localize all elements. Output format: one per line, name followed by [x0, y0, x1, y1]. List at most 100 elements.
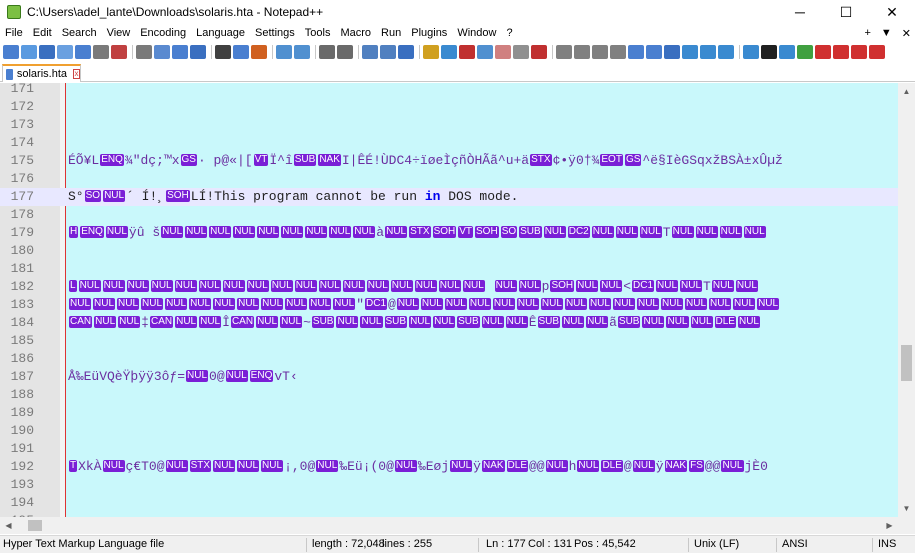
toolbar-icon-11[interactable]: [190, 45, 206, 59]
menu-edit[interactable]: Edit: [28, 27, 57, 39]
editor-line[interactable]: 174: [0, 134, 898, 152]
toolbar-icon-46[interactable]: [869, 45, 885, 59]
toolbar-icon-25[interactable]: [477, 45, 493, 59]
toolbar-icon-39[interactable]: [743, 45, 759, 59]
toolbar-icon-4[interactable]: [57, 45, 73, 59]
menu-file[interactable]: File: [0, 27, 28, 39]
editor-line[interactable]: 183NULNULNULNULNULNULNULNULNULNULNULNUL"…: [0, 296, 898, 314]
toolbar-icon-9[interactable]: [154, 45, 170, 59]
close-button[interactable]: ✕: [869, 0, 915, 24]
toolbar-icon-32[interactable]: [610, 45, 626, 59]
toolbar-icon-29[interactable]: [556, 45, 572, 59]
editor-line[interactable]: 176: [0, 170, 898, 188]
menu-help[interactable]: ?: [501, 27, 517, 39]
editor-line[interactable]: 172: [0, 98, 898, 116]
editor-line[interactable]: 193: [0, 476, 898, 494]
toolbar-icon-34[interactable]: [646, 45, 662, 59]
toolbar-icon-2[interactable]: [21, 45, 37, 59]
toolbar-icon-3[interactable]: [39, 45, 55, 59]
scroll-up-icon[interactable]: ▲: [898, 83, 915, 100]
toolbar-icon-13[interactable]: [233, 45, 249, 59]
toolbar-icon-42[interactable]: [797, 45, 813, 59]
editor-line[interactable]: 180: [0, 242, 898, 260]
editor-line[interactable]: 192TXkÀNULç€T0@NULSTXNULNULNUL¡,0@NUL‰Eü…: [0, 458, 898, 476]
horizontal-scroll-thumb[interactable]: [28, 520, 42, 531]
editor-line[interactable]: 194: [0, 494, 898, 512]
editor-line[interactable]: 182LNULNULNULNULNULNULNULNULNULNULNULNUL…: [0, 278, 898, 296]
editor-line[interactable]: 173: [0, 116, 898, 134]
editor-line[interactable]: 184CANNULNUL‡CANNULNULÎCANNULNUL~SUBNULN…: [0, 314, 898, 332]
tab-list-button[interactable]: ▼: [881, 27, 892, 39]
menu-plugins[interactable]: Plugins: [406, 27, 452, 39]
toolbar-icon-10[interactable]: [172, 45, 188, 59]
toolbar-icon-7[interactable]: [111, 45, 127, 59]
editor-line[interactable]: 189: [0, 404, 898, 422]
editor-line[interactable]: 190: [0, 422, 898, 440]
toolbar-icon-30[interactable]: [574, 45, 590, 59]
toolbar-icon-21[interactable]: [398, 45, 414, 59]
menu-tools[interactable]: Tools: [300, 27, 336, 39]
toolbar-icon-40[interactable]: [761, 45, 777, 59]
menu-encoding[interactable]: Encoding: [135, 27, 191, 39]
menu-view[interactable]: View: [102, 27, 136, 39]
editor-line[interactable]: 187Å‰EüVQèŸþÿÿ3ôƒ=NUL0@NULENQvT‹: [0, 368, 898, 386]
toolbar-icon-26[interactable]: [495, 45, 511, 59]
editor-line[interactable]: 175ÉÕ¥LENQ¾"dç;™xGS· p@«|[VTÏ^îSUBNAKI|Ê…: [0, 152, 898, 170]
toolbar-icon-8[interactable]: [136, 45, 152, 59]
toolbar-icon-44[interactable]: [833, 45, 849, 59]
toolbar-icon-37[interactable]: [700, 45, 716, 59]
vertical-scrollbar[interactable]: ▲ ▼: [898, 83, 915, 517]
close-doc-button[interactable]: ✕: [902, 27, 911, 40]
toolbar-icon-17[interactable]: [319, 45, 335, 59]
toolbar-icon-15[interactable]: [276, 45, 292, 59]
editor-line[interactable]: 185: [0, 332, 898, 350]
tab-close-icon[interactable]: x: [73, 69, 80, 79]
editor-line[interactable]: 191: [0, 440, 898, 458]
status-encoding[interactable]: ANSI: [782, 536, 808, 554]
menu-search[interactable]: Search: [57, 27, 102, 39]
editor-line[interactable]: 178: [0, 206, 898, 224]
editor-line[interactable]: 181: [0, 260, 898, 278]
toolbar-icon-5[interactable]: [75, 45, 91, 59]
toolbar-icon-28[interactable]: [531, 45, 547, 59]
editor-area[interactable]: 171172173174175ÉÕ¥LENQ¾"dç;™xGS· p@«|[VT…: [0, 83, 898, 517]
horizontal-scrollbar[interactable]: ◀ ▶: [0, 517, 898, 534]
toolbar-icon-41[interactable]: [779, 45, 795, 59]
toolbar-icon-1[interactable]: [3, 45, 19, 59]
menu-language[interactable]: Language: [191, 27, 250, 39]
menu-window[interactable]: Window: [452, 27, 501, 39]
menu-macro[interactable]: Macro: [335, 27, 376, 39]
status-insert-mode[interactable]: INS: [878, 536, 896, 554]
toolbar-icon-43[interactable]: [815, 45, 831, 59]
toolbar-icon-33[interactable]: [628, 45, 644, 59]
toolbar-icon-14[interactable]: [251, 45, 267, 59]
toolbar-icon-24[interactable]: [459, 45, 475, 59]
toolbar-icon-35[interactable]: [664, 45, 680, 59]
scroll-left-icon[interactable]: ◀: [0, 517, 17, 534]
editor-line[interactable]: 171: [0, 83, 898, 98]
toolbar-icon-27[interactable]: [513, 45, 529, 59]
current-line[interactable]: 177S°SONUL´ Í!¸SOHLÍ!This program cannot…: [0, 188, 898, 206]
status-eol[interactable]: Unix (LF): [694, 536, 739, 554]
maximize-button[interactable]: ☐: [823, 0, 869, 24]
toolbar-icon-22[interactable]: [423, 45, 439, 59]
scroll-down-icon[interactable]: ▼: [898, 500, 915, 517]
editor-line[interactable]: 186: [0, 350, 898, 368]
menu-run[interactable]: Run: [376, 27, 406, 39]
vertical-scroll-thumb[interactable]: [901, 345, 912, 381]
toolbar-icon-12[interactable]: [215, 45, 231, 59]
toolbar-icon-18[interactable]: [337, 45, 353, 59]
scroll-right-icon[interactable]: ▶: [881, 517, 898, 534]
editor-line[interactable]: 188: [0, 386, 898, 404]
toolbar-icon-19[interactable]: [362, 45, 378, 59]
toolbar-icon-16[interactable]: [294, 45, 310, 59]
editor-line[interactable]: 179HENQNULÿû šNULNULNULNULNULNULNULNULNU…: [0, 224, 898, 242]
tab-solaris-hta[interactable]: solaris.hta x: [2, 64, 81, 82]
toolbar-icon-23[interactable]: [441, 45, 457, 59]
toolbar-icon-20[interactable]: [380, 45, 396, 59]
toolbar-icon-38[interactable]: [718, 45, 734, 59]
menu-settings[interactable]: Settings: [250, 27, 300, 39]
toolbar-icon-31[interactable]: [592, 45, 608, 59]
minimize-button[interactable]: ─: [777, 0, 823, 24]
toolbar-icon-36[interactable]: [682, 45, 698, 59]
